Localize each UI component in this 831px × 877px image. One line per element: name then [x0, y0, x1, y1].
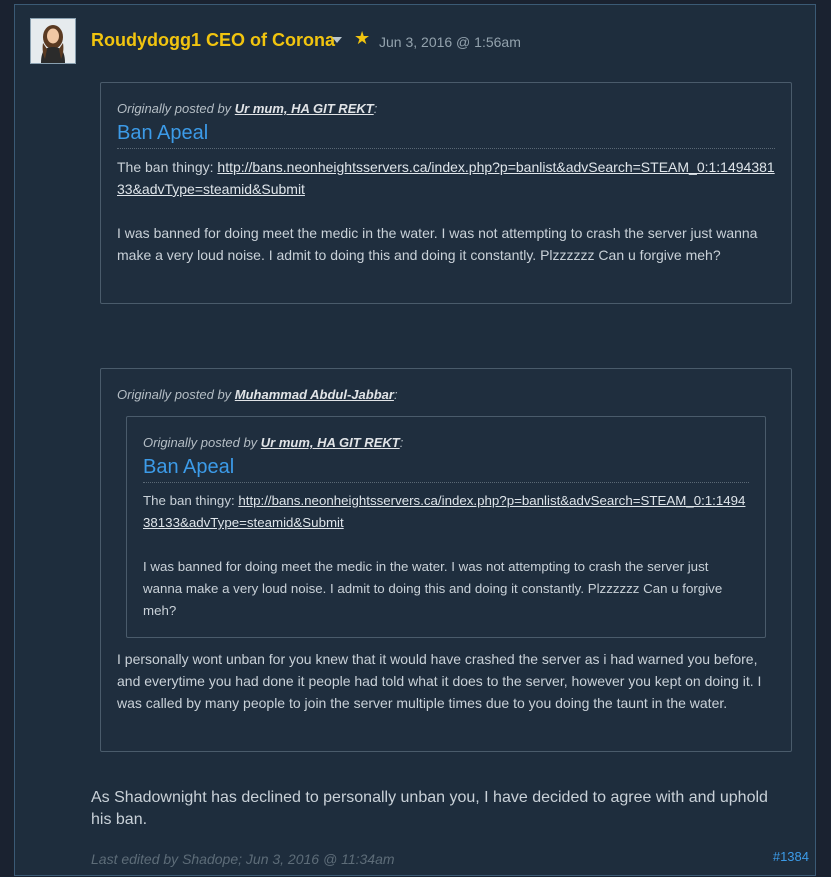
quote-body: I personally wont unban for you knew tha… [117, 651, 762, 711]
quote-line-label: The ban thingy: [117, 159, 218, 175]
quote-divider [143, 482, 749, 483]
quote-title[interactable]: Ban Apeal [117, 122, 208, 145]
quote-prefix: Originally posted by [117, 101, 235, 116]
edited-suffix: ; Jun 3, 2016 @ 11:34am [238, 851, 395, 867]
quote-line-label: The ban thingy: [143, 493, 239, 508]
star-icon: ★ [354, 28, 371, 48]
edited-by: Shadope [182, 851, 239, 867]
quote-suffix: : [399, 435, 404, 450]
quote-block: Originally posted by Ur mum, HA GIT REKT… [100, 82, 792, 304]
quote-prefix: Originally posted by [117, 387, 235, 402]
quote-suffix: : [373, 101, 378, 116]
forum-post: Roudydogg1 CEO of Corona ★ Jun 3, 2016 @… [14, 4, 816, 876]
edited-note: Last edited by Shadope; Jun 3, 2016 @ 11… [91, 851, 395, 867]
post-body: As Shadownight has declined to personall… [91, 789, 768, 828]
quote-author-link[interactable]: Muhammad Abdul-Jabbar [235, 387, 394, 402]
quote-suffix: : [393, 387, 398, 402]
post-date: Jun 3, 2016 @ 1:56am [379, 34, 521, 50]
quote-body: I was banned for doing meet the medic in… [117, 225, 758, 263]
quote-header: Originally posted by Ur mum, HA GIT REKT… [117, 101, 377, 116]
post-author[interactable]: Roudydogg1 CEO of Corona [91, 30, 335, 51]
avatar-image [31, 19, 75, 63]
quote-header: Originally posted by Muhammad Abdul-Jabb… [117, 387, 398, 402]
avatar[interactable] [30, 18, 76, 64]
edited-prefix: Last edited by [91, 851, 183, 867]
quote-text: The ban thingy: http://bans.neonheightss… [143, 490, 751, 622]
quote-header: Originally posted by Ur mum, HA GIT REKT… [143, 435, 403, 450]
chevron-down-icon[interactable] [332, 37, 342, 43]
quote-body: I was banned for doing meet the medic in… [143, 559, 723, 618]
quote-author-link[interactable]: Ur mum, HA GIT REKT [261, 435, 400, 450]
nested-quote-block: Originally posted by Ur mum, HA GIT REKT… [126, 416, 766, 638]
quote-prefix: Originally posted by [143, 435, 261, 450]
post-permalink[interactable]: #1384 [773, 849, 809, 864]
quote-block: Originally posted by Muhammad Abdul-Jabb… [100, 368, 792, 752]
quote-divider [117, 148, 775, 149]
quote-text: The ban thingy: http://bans.neonheightss… [117, 156, 777, 266]
quote-author-link[interactable]: Ur mum, HA GIT REKT [235, 101, 374, 116]
quote-title[interactable]: Ban Apeal [143, 456, 234, 479]
